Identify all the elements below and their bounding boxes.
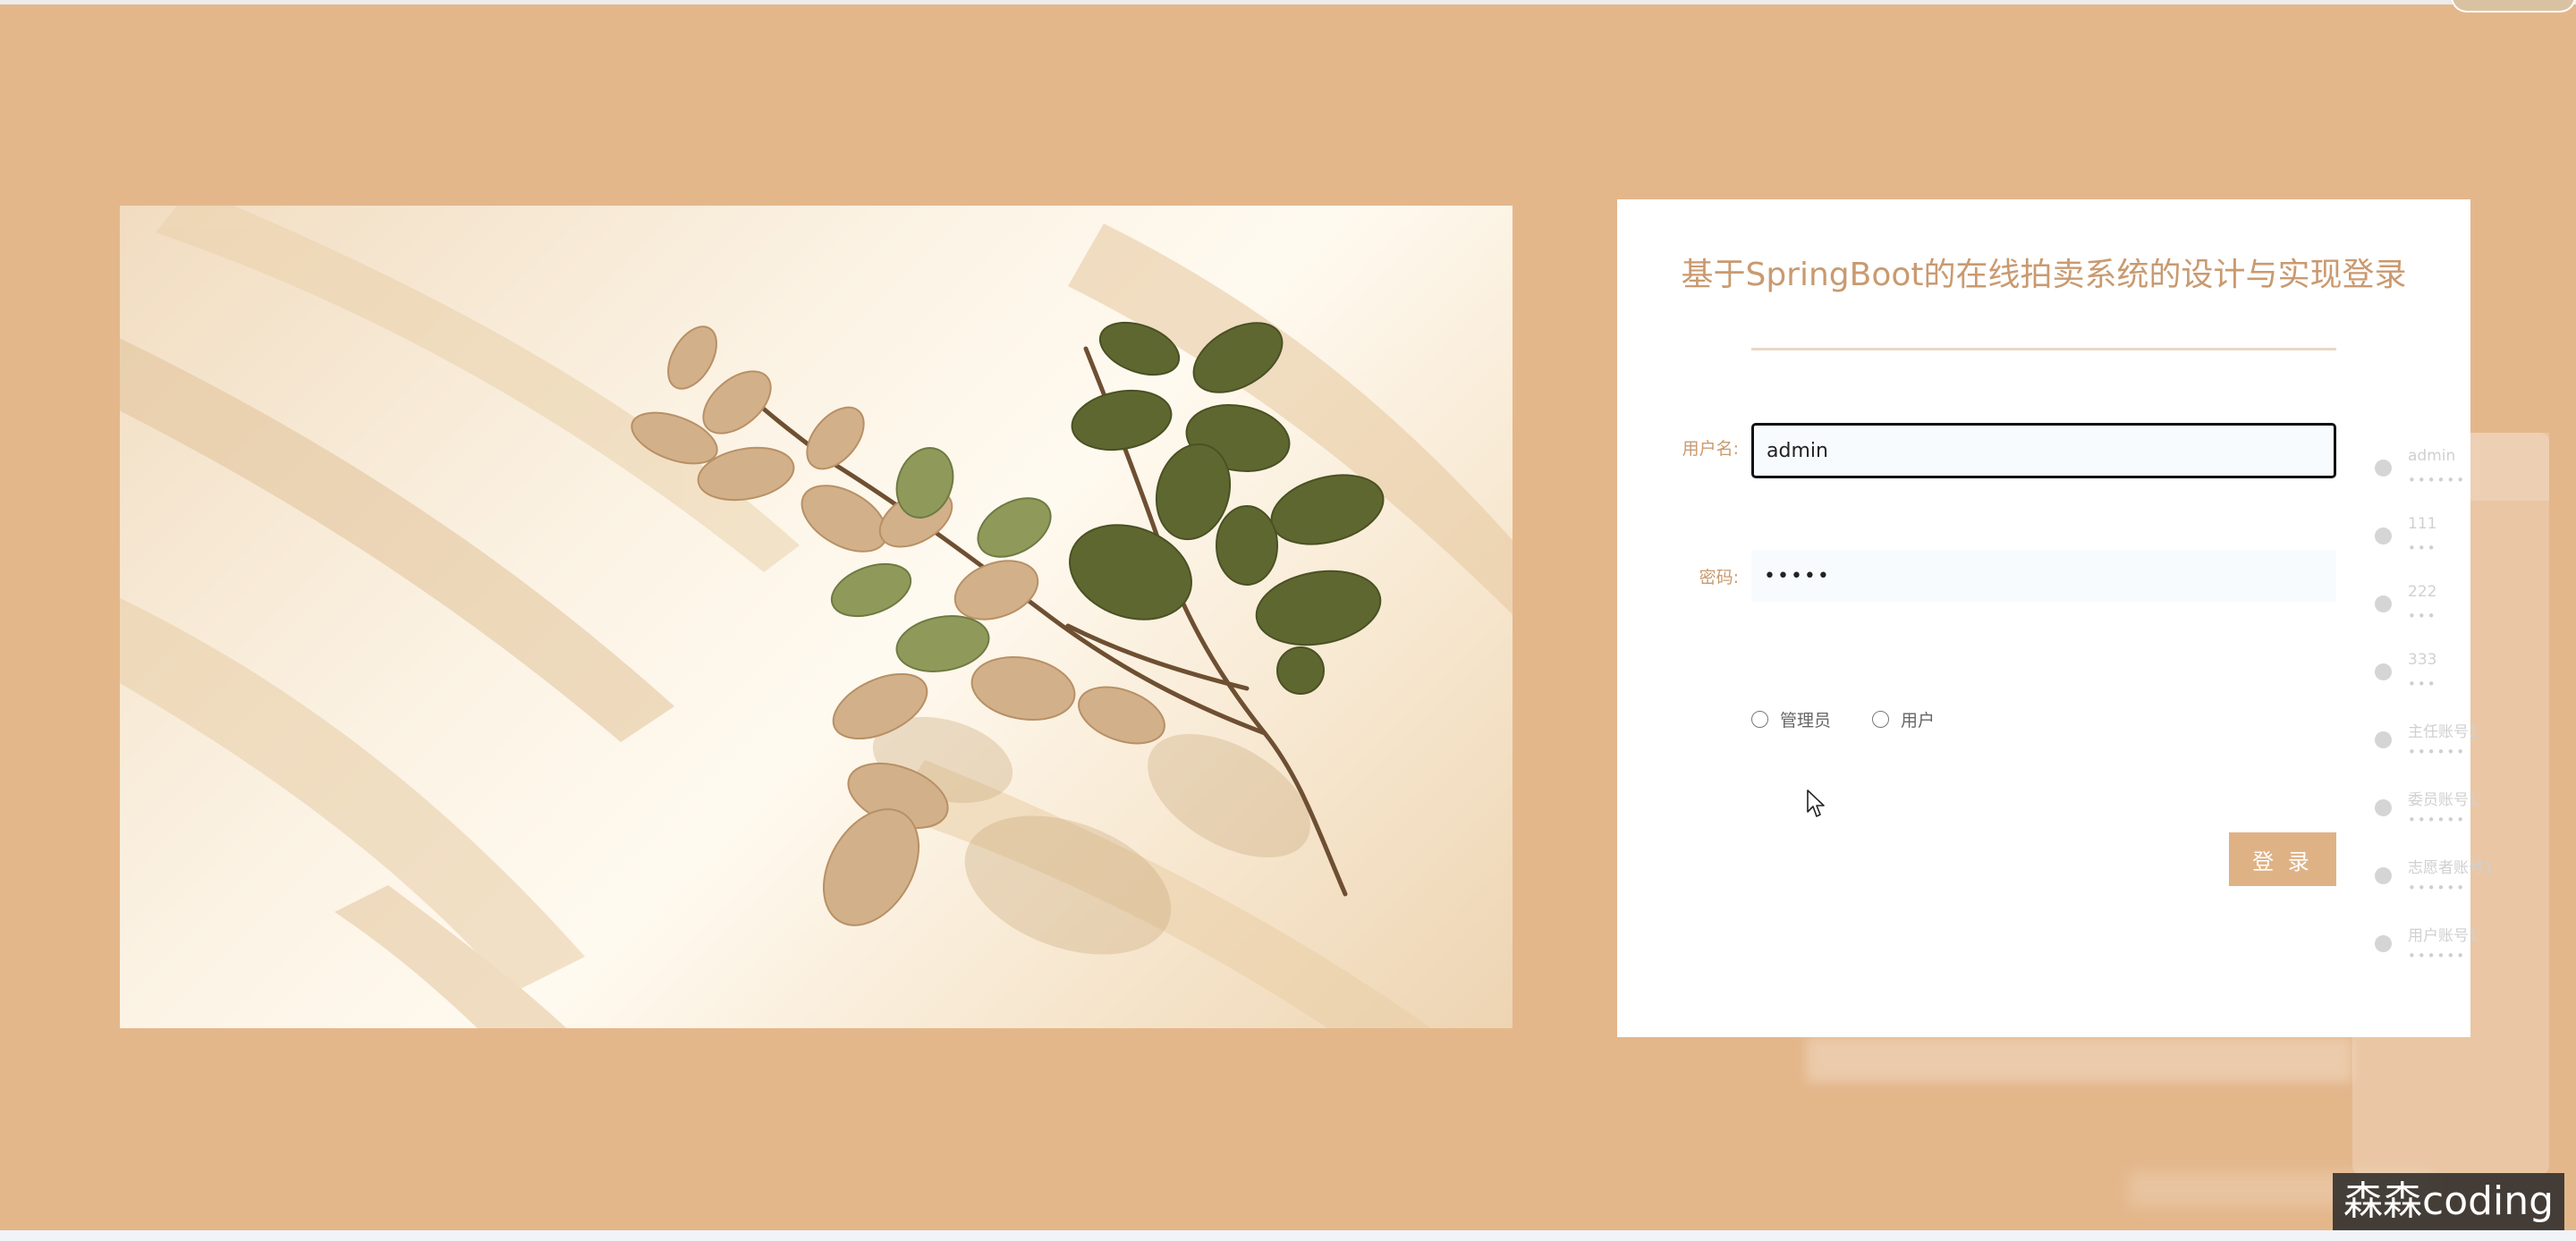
autofill-pass: •••••• bbox=[2408, 472, 2467, 488]
login-card: 基于SpringBoot的在线拍卖系统的设计与实现登录 用户名: 密码: 管理员… bbox=[1617, 199, 2470, 1037]
autofill-pass: ••• bbox=[2408, 676, 2437, 692]
role-radio-user[interactable]: 用户 bbox=[1872, 707, 1935, 731]
autofill-entry[interactable]: 111 ••• bbox=[2352, 501, 2549, 569]
hero-image bbox=[120, 206, 1513, 1028]
autofill-user: 用户账号1 bbox=[2408, 927, 2479, 945]
role-label-user: 用户 bbox=[1901, 711, 1936, 730]
autofill-user: 主任账号1 bbox=[2408, 723, 2479, 741]
autofill-pass: ••• bbox=[2408, 608, 2437, 624]
autofill-entry[interactable]: admin •••••• bbox=[2352, 433, 2549, 501]
autofill-user: 委员账号1 bbox=[2408, 791, 2479, 809]
role-selector: 管理员 用户 bbox=[1751, 707, 1976, 731]
password-input[interactable] bbox=[1751, 550, 2336, 602]
autofill-pass: •••••• bbox=[2408, 880, 2467, 896]
autofill-pass: ••• bbox=[2408, 540, 2437, 556]
corner-avatar[interactable] bbox=[2451, 0, 2576, 13]
role-label-admin: 管理员 bbox=[1780, 711, 1832, 730]
autofill-entry[interactable]: 333 ••• bbox=[2352, 637, 2549, 705]
title-divider bbox=[1751, 348, 2336, 350]
radio-circle-icon[interactable] bbox=[1751, 711, 1768, 728]
autofill-user: 333 bbox=[2408, 651, 2437, 669]
autofill-user: 222 bbox=[2408, 583, 2437, 601]
key-icon bbox=[2375, 867, 2392, 884]
key-icon bbox=[2375, 799, 2392, 816]
autofill-entry[interactable]: 222 ••• bbox=[2352, 569, 2549, 637]
key-icon bbox=[2375, 595, 2392, 612]
autofill-user: admin bbox=[2408, 447, 2456, 465]
username-input[interactable] bbox=[1751, 423, 2336, 478]
radio-circle-icon[interactable] bbox=[1872, 711, 1890, 728]
password-label: 密码: bbox=[1699, 568, 1739, 587]
autofill-entry[interactable]: 用户账号1 •••••• bbox=[2352, 908, 2549, 976]
autofill-entry[interactable]: 志愿者账号1 •••••• bbox=[2352, 840, 2549, 908]
key-icon bbox=[2375, 935, 2392, 952]
faded-overlay bbox=[1807, 1037, 2352, 1082]
key-icon bbox=[2375, 528, 2392, 545]
top-edge bbox=[0, 0, 2576, 4]
key-icon bbox=[2375, 731, 2392, 748]
key-icon bbox=[2375, 663, 2392, 680]
autofill-pass: •••••• bbox=[2408, 744, 2467, 760]
watermark: 森森coding bbox=[2333, 1173, 2565, 1230]
autofill-entry[interactable]: 主任账号1 •••••• bbox=[2352, 705, 2549, 772]
username-label: 用户名: bbox=[1682, 439, 1739, 459]
key-icon bbox=[2375, 460, 2392, 477]
autofill-user: 志愿者账号1 bbox=[2408, 859, 2494, 877]
autofill-dropdown: admin •••••• 111 ••• 222 ••• 333 ••• 主任账… bbox=[2352, 433, 2549, 1175]
login-button[interactable]: 登 录 bbox=[2229, 832, 2336, 886]
bottom-edge bbox=[0, 1230, 2576, 1241]
autofill-pass: •••••• bbox=[2408, 948, 2467, 964]
autofill-pass: •••••• bbox=[2408, 812, 2467, 828]
autofill-user: 111 bbox=[2408, 515, 2437, 533]
login-title: 基于SpringBoot的在线拍卖系统的设计与实现登录 bbox=[1681, 257, 2407, 293]
autofill-entry[interactable]: 委员账号1 •••••• bbox=[2352, 772, 2549, 840]
mouse-pointer-icon bbox=[1807, 789, 1825, 817]
role-radio-admin[interactable]: 管理员 bbox=[1751, 707, 1831, 731]
